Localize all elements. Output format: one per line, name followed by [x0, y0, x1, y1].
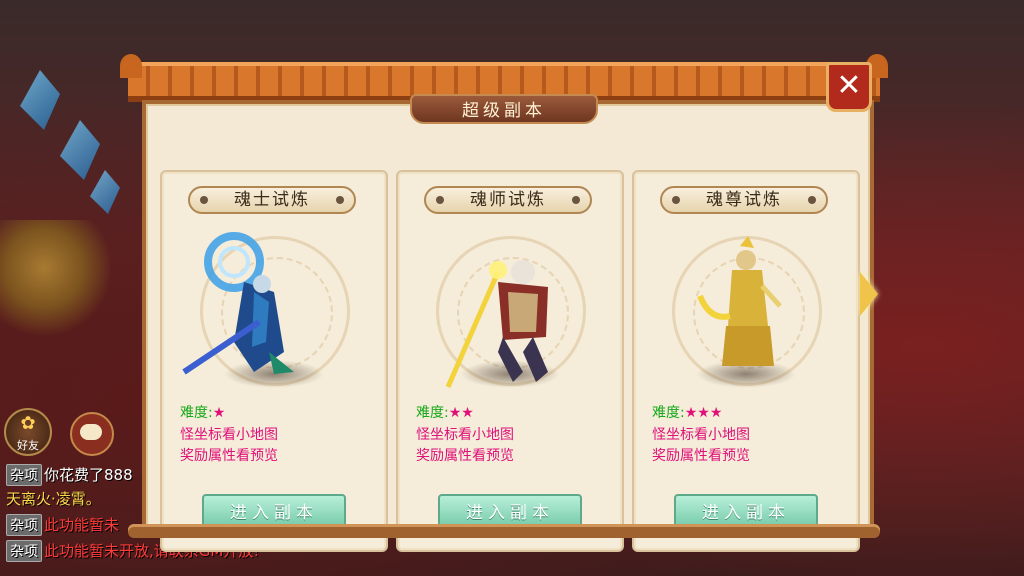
super-dungeon-dialog: 魂士试炼 难度:★ 怪坐标看小地图 奖励属性看预览 进入副本 魂师试炼 难度:★…: [120, 54, 888, 552]
dialog-panel: 魂士试炼 难度:★ 怪坐标看小地图 奖励属性看预览 进入副本 魂师试炼 难度:★…: [142, 100, 874, 552]
monster-hint: 怪坐标看小地图: [180, 427, 278, 443]
chat-text: 你花费了888: [44, 466, 133, 484]
chat-text: 天离火·凌霄。: [6, 490, 101, 508]
title-ornament: [436, 196, 444, 204]
roof-ornament: [120, 54, 142, 78]
dungeon-card: 魂士试炼 难度:★ 怪坐标看小地图 奖励属性看预览 进入副本: [160, 170, 388, 552]
close-icon: ✕: [836, 68, 862, 103]
title-ornament: [572, 196, 580, 204]
difficulty-stars: ★★: [448, 405, 474, 421]
difficulty-label: 难度:: [416, 405, 449, 421]
dungeon-card: 魂师试炼 难度:★★ 怪坐标看小地图 奖励属性看预览 进入副本: [396, 170, 624, 552]
chat-message: 杂项 你花费了888: [6, 464, 133, 486]
background-tree: [0, 220, 110, 340]
monster-hint: 怪坐标看小地图: [416, 427, 514, 443]
background-crystal: [60, 120, 100, 180]
difficulty-stars: ★★★: [684, 405, 723, 421]
next-arrow-icon[interactable]: [860, 272, 878, 316]
title-ornament: [808, 196, 816, 204]
reward-hint: 奖励属性看预览: [652, 448, 750, 464]
difficulty-label: 难度:: [180, 405, 213, 421]
friend-label: 好友: [17, 439, 39, 452]
hero-figure: [697, 236, 782, 366]
dungeon-title: 魂师试炼: [424, 186, 592, 214]
dungeon-card: 魂尊试炼 难度:★★★ 怪坐标看小地图 奖励属性看预览 进入副本: [632, 170, 860, 552]
difficulty-text: 难度:★★★: [652, 402, 722, 422]
chat-button[interactable]: [70, 412, 114, 456]
dungeon-name: 魂士试炼: [234, 190, 310, 210]
chat-tag: 杂项: [6, 540, 42, 562]
dungeon-name: 魂尊试炼: [706, 190, 782, 210]
difficulty-text: 难度:★★: [416, 402, 474, 422]
chat-message: 天离火·凌霄。: [6, 488, 101, 509]
chat-text: 此功能暂未: [44, 516, 120, 534]
dialog-bottom-beam: [128, 524, 880, 538]
monster-hint: 怪坐标看小地图: [652, 427, 750, 443]
dungeon-title: 魂士试炼: [188, 186, 356, 214]
friend-button[interactable]: ✿ 好友: [4, 408, 52, 456]
chat-icon: [80, 424, 102, 440]
difficulty-stars: ★: [212, 405, 226, 421]
background-crystal: [90, 170, 120, 214]
chat-tag: 杂项: [6, 464, 42, 486]
hero-figure: [445, 260, 548, 388]
dialog-title: 超级副本: [410, 94, 598, 124]
reward-hint: 奖励属性看预览: [416, 448, 514, 464]
chat-message: 杂项 此功能暂未: [6, 514, 119, 536]
close-button[interactable]: ✕: [826, 62, 872, 112]
chat-tag: 杂项: [6, 514, 42, 536]
title-ornament: [672, 196, 680, 204]
background-crystal: [20, 70, 60, 130]
dungeon-title: 魂尊试炼: [660, 186, 828, 214]
difficulty-text: 难度:★: [180, 402, 225, 422]
dungeon-name: 魂师试炼: [470, 190, 546, 210]
hero-figure: [182, 232, 294, 375]
title-ornament: [200, 196, 208, 204]
friend-icon: ✿: [20, 413, 36, 434]
reward-hint: 奖励属性看预览: [180, 448, 278, 464]
difficulty-label: 难度:: [652, 405, 685, 421]
title-ornament: [336, 196, 344, 204]
